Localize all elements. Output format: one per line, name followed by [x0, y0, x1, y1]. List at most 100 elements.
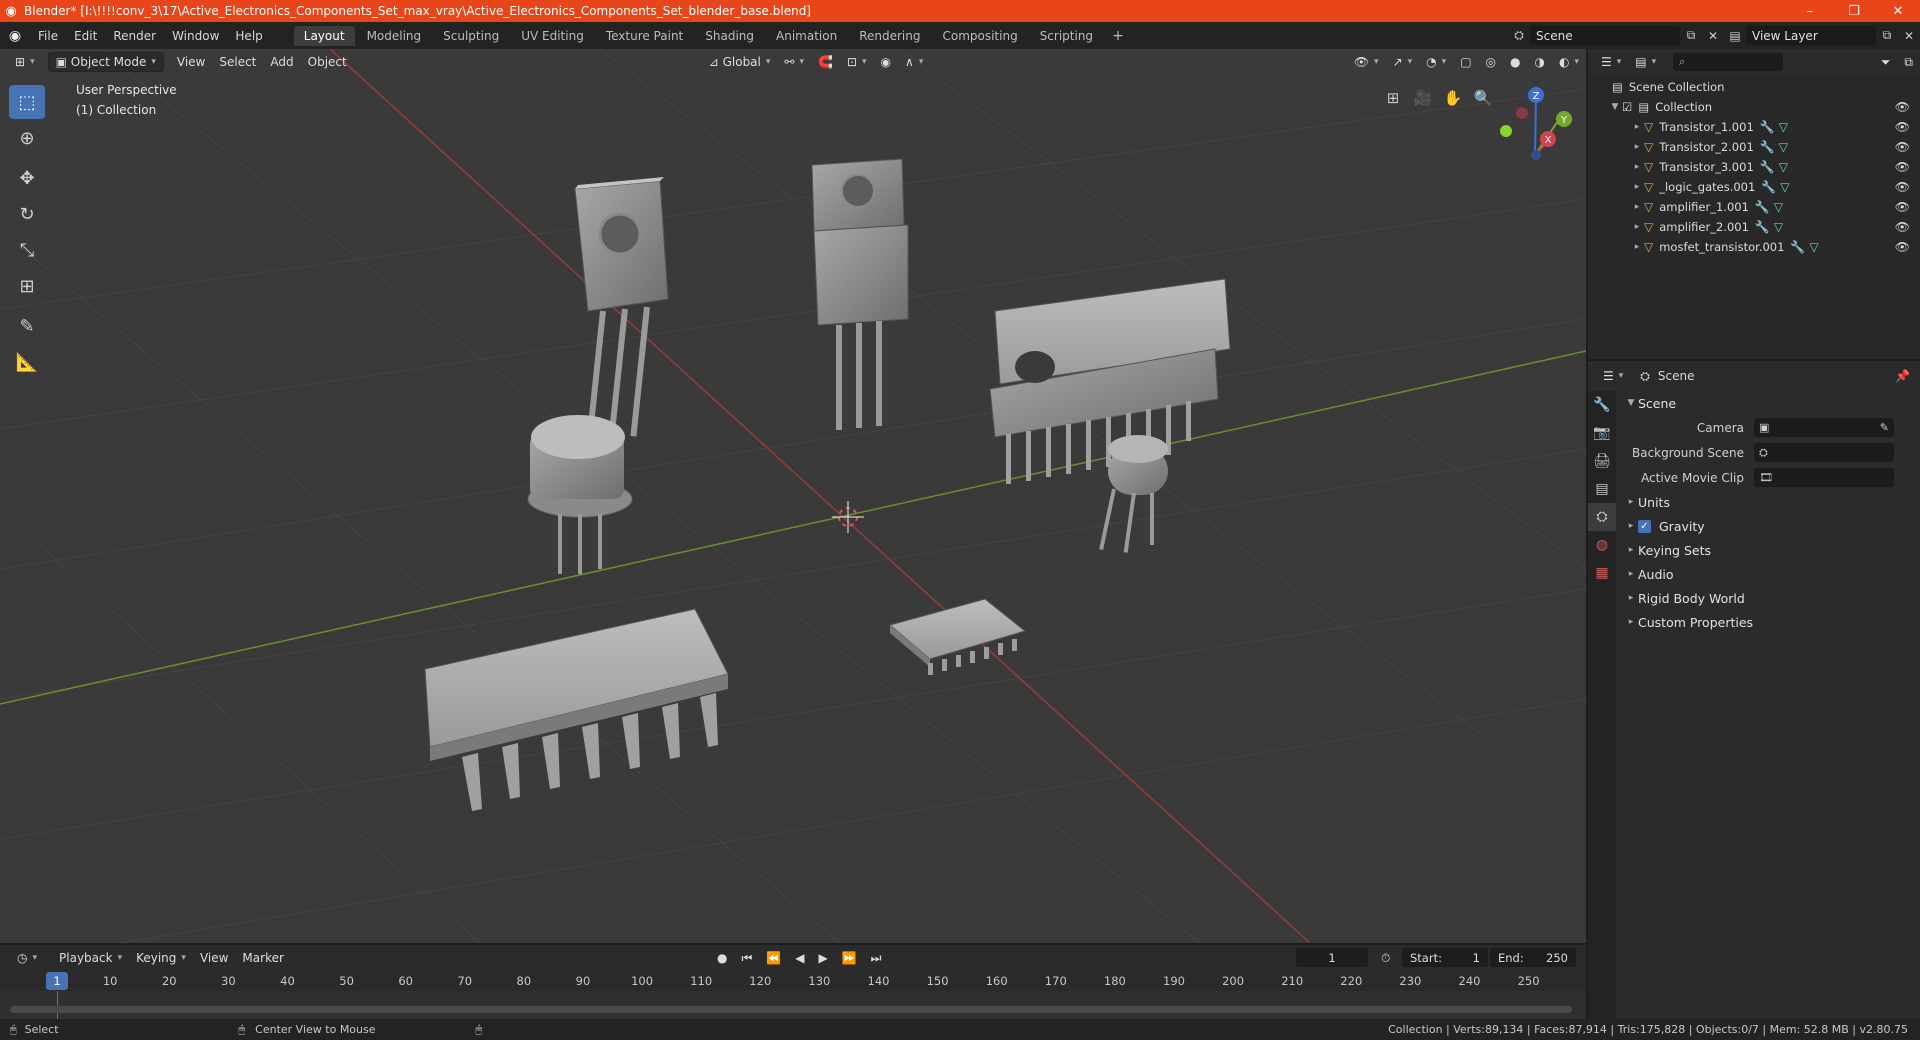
timeline-ruler[interactable]: 1 10 20 30 40 50 60 70 80 90 100 110 120 130 140 150 16…	[0, 971, 1586, 991]
current-frame-indicator[interactable]: 1	[46, 972, 68, 990]
view-layer-tab-icon[interactable]: ▤	[1588, 475, 1616, 503]
start-frame-field[interactable]: Start: 1	[1402, 948, 1488, 967]
pan-view-icon[interactable]: ✋	[1440, 85, 1466, 111]
scene-tab-icon[interactable]: ⛭	[1588, 503, 1616, 531]
view-layer-icon[interactable]: ▤	[1724, 26, 1746, 46]
proportional-edit-icon[interactable]: ◉	[874, 52, 898, 72]
outliner-item-transistor-1[interactable]: ▸ ▽ Transistor_1.001 🔧 ▽ 👁	[1588, 117, 1920, 137]
gizmo-toggle-icon[interactable]: ↗ ▾	[1386, 52, 1420, 72]
collapse-arrow-icon[interactable]: ▸	[1630, 222, 1644, 232]
editor-type-icon[interactable]: ⊞ ▾	[8, 52, 42, 72]
menu-keying[interactable]: Keying ▾	[129, 948, 193, 968]
menu-render[interactable]: Render	[105, 29, 164, 43]
world-tab-icon[interactable]: ◍	[1588, 531, 1616, 559]
new-view-layer-icon[interactable]: ⧉	[1876, 26, 1898, 46]
outliner-item-transistor-3[interactable]: ▸ ▽ Transistor_3.001 🔧 ▽ 👁	[1588, 157, 1920, 177]
scene-panel-header[interactable]: ▼ Scene	[1618, 391, 1920, 415]
gravity-panel-header[interactable]: ▸ ✓ Gravity	[1618, 514, 1920, 538]
audio-panel-header[interactable]: ▸ Audio	[1618, 562, 1920, 586]
jump-end-icon[interactable]: ⏭	[864, 948, 889, 968]
eye-icon[interactable]: 👁	[1895, 100, 1910, 114]
eye-icon[interactable]: 👁	[1895, 220, 1910, 234]
active-movie-clip-field[interactable]: 🎞	[1754, 468, 1894, 487]
transistor-3-model[interactable]	[527, 415, 633, 574]
mosfet-transistor-model[interactable]	[1099, 435, 1168, 553]
filter-icon[interactable]: ⏷	[1874, 52, 1898, 72]
menu-object[interactable]: Object	[301, 52, 354, 72]
tab-sculpting[interactable]: Sculpting	[433, 26, 509, 46]
play-reverse-icon[interactable]: ◀	[788, 948, 811, 968]
preview-range-icon[interactable]: ⏱	[1374, 948, 1397, 968]
pin-icon[interactable]: 📌	[1895, 369, 1910, 383]
tab-uv-editing[interactable]: UV Editing	[511, 26, 594, 46]
units-panel-header[interactable]: ▸ Units	[1618, 490, 1920, 514]
expand-arrow-icon[interactable]: ▼	[1608, 102, 1622, 112]
menu-help[interactable]: Help	[227, 29, 270, 43]
overlay-toggle-icon[interactable]: ◔ ▾	[1419, 52, 1453, 72]
eye-icon[interactable]: 👁	[1895, 160, 1910, 174]
tool-tab-icon[interactable]: 🔧	[1588, 391, 1616, 419]
scene-selector-icon[interactable]: ⛭	[1508, 26, 1530, 46]
transform-tool-icon[interactable]: ⊞	[9, 269, 45, 303]
timeline-scrollbar[interactable]	[10, 1006, 1572, 1013]
snap-target-icon[interactable]: ⊡ ▾	[840, 52, 874, 72]
outliner-item-logic-gates[interactable]: ▸ ▽ _logic_gates.001 🔧 ▽ 👁	[1588, 177, 1920, 197]
menu-window[interactable]: Window	[164, 29, 227, 43]
jump-keyframe-back-icon[interactable]: ⏪	[759, 948, 788, 968]
eye-icon[interactable]: 👁	[1895, 120, 1910, 134]
display-mode-icon[interactable]: ▤ ▾	[1628, 52, 1663, 72]
outliner-item-amplifier-2[interactable]: ▸ ▽ amplifier_2.001 🔧 ▽ 👁	[1588, 217, 1920, 237]
eyedropper-icon[interactable]: ✎	[1880, 421, 1889, 434]
jump-start-icon[interactable]: ⏮	[734, 948, 759, 968]
delete-view-layer-icon[interactable]: ✕	[1898, 26, 1920, 46]
cursor-tool-icon[interactable]: ⊕	[9, 121, 45, 155]
new-scene-icon[interactable]: ⧉	[1680, 26, 1702, 46]
tab-animation[interactable]: Animation	[766, 26, 847, 46]
texture-tab-icon[interactable]: ▦	[1588, 559, 1616, 587]
outliner-item-transistor-2[interactable]: ▸ ▽ Transistor_2.001 🔧 ▽ 👁	[1588, 137, 1920, 157]
tab-scripting[interactable]: Scripting	[1030, 26, 1103, 46]
timeline-editor-type-icon[interactable]: ◷ ▾	[10, 948, 44, 968]
menu-add[interactable]: Add	[263, 52, 300, 72]
collapse-arrow-icon[interactable]: ▸	[1630, 182, 1644, 192]
tab-layout[interactable]: Layout	[293, 25, 355, 46]
rotate-tool-icon[interactable]: ↻	[9, 197, 45, 231]
transistor-1-model[interactable]	[574, 177, 669, 441]
collapse-arrow-icon[interactable]: ▸	[1630, 142, 1644, 152]
navigation-gizmo[interactable]: Z Y X	[1500, 87, 1572, 160]
zoom-view-icon[interactable]: 🔍	[1470, 85, 1496, 111]
tab-texture-paint[interactable]: Texture Paint	[596, 26, 693, 46]
current-frame-field[interactable]: 1	[1296, 948, 1368, 967]
keying-sets-panel-header[interactable]: ▸ Keying Sets	[1618, 538, 1920, 562]
render-tab-icon[interactable]: 📷	[1588, 419, 1616, 447]
menu-file[interactable]: File	[30, 29, 66, 43]
menu-select[interactable]: Select	[212, 52, 263, 72]
end-frame-field[interactable]: End: 250	[1490, 948, 1576, 967]
3d-viewport[interactable]: Z Y X ⊞ ▾ ▣ Object Mode ▾ View Select Add …	[0, 49, 1586, 943]
scene-field[interactable]: Scene	[1530, 26, 1680, 45]
logic-gates-model[interactable]	[424, 608, 729, 811]
new-collection-icon[interactable]: ⧉	[1897, 52, 1920, 72]
pivot-icon[interactable]: ⚯ ▾	[777, 52, 811, 72]
tab-modeling[interactable]: Modeling	[357, 26, 432, 46]
tab-rendering[interactable]: Rendering	[849, 26, 930, 46]
collapse-arrow-icon[interactable]: ▸	[1630, 202, 1644, 212]
menu-marker[interactable]: Marker	[235, 948, 290, 968]
falloff-icon[interactable]: ∧ ▾	[898, 52, 930, 72]
solid-shading-icon[interactable]: ●	[1503, 52, 1527, 72]
menu-timeline-view[interactable]: View	[193, 948, 235, 968]
3d-cursor[interactable]	[832, 501, 864, 533]
camera-field[interactable]: ▣ ✎	[1754, 418, 1894, 437]
background-scene-field[interactable]: ⛭	[1754, 443, 1894, 462]
gravity-checkbox[interactable]: ✓	[1638, 519, 1651, 533]
record-icon[interactable]: ●	[710, 948, 734, 968]
outliner-editor-type-icon[interactable]: ☰ ▾	[1594, 52, 1628, 72]
menu-edit[interactable]: Edit	[66, 29, 105, 43]
snap-icon[interactable]: 🧲	[811, 52, 840, 72]
scale-tool-icon[interactable]: ⤡	[9, 233, 45, 267]
material-shading-icon[interactable]: ◑	[1528, 52, 1552, 72]
grid-view-icon[interactable]: ⊞	[1380, 85, 1406, 111]
outliner-item-amplifier-1[interactable]: ▸ ▽ amplifier_1.001 🔧 ▽ 👁	[1588, 197, 1920, 217]
play-icon[interactable]: ▶	[811, 948, 834, 968]
view-layer-field[interactable]: View Layer	[1746, 26, 1876, 45]
